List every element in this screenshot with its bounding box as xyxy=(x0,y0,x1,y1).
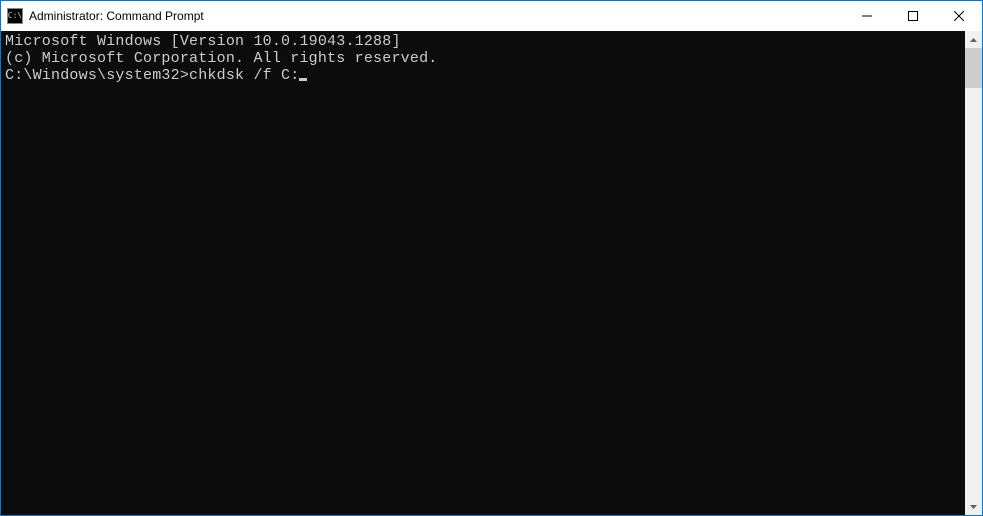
terminal-command-input[interactable]: chkdsk /f C: xyxy=(189,67,299,84)
terminal-area[interactable]: Microsoft Windows [Version 10.0.19043.12… xyxy=(1,31,965,515)
command-prompt-window: C:\ Administrator: Command Prompt Micros… xyxy=(1,1,982,515)
terminal-prompt: C:\Windows\system32> xyxy=(5,67,189,84)
terminal-output-line: (c) Microsoft Corporation. All rights re… xyxy=(5,50,965,67)
vertical-scrollbar[interactable] xyxy=(965,31,982,515)
maximize-icon xyxy=(908,11,918,21)
app-icon-text: C:\ xyxy=(8,12,22,20)
terminal-output-line: Microsoft Windows [Version 10.0.19043.12… xyxy=(5,33,965,50)
terminal-cursor xyxy=(299,78,307,81)
close-icon xyxy=(954,11,964,21)
scroll-down-button[interactable] xyxy=(965,498,982,515)
app-icon: C:\ xyxy=(7,8,23,24)
scrollbar-thumb[interactable] xyxy=(965,48,982,88)
minimize-button[interactable] xyxy=(844,1,890,31)
minimize-icon xyxy=(862,11,872,21)
scrollbar-track[interactable] xyxy=(965,48,982,498)
terminal-command-line: C:\Windows\system32>chkdsk /f C: xyxy=(5,67,965,84)
chevron-up-icon xyxy=(970,38,977,42)
client-area: Microsoft Windows [Version 10.0.19043.12… xyxy=(1,31,982,515)
maximize-button[interactable] xyxy=(890,1,936,31)
window-controls xyxy=(844,1,982,31)
chevron-down-icon xyxy=(970,505,977,509)
window-title: Administrator: Command Prompt xyxy=(29,9,204,23)
titlebar[interactable]: C:\ Administrator: Command Prompt xyxy=(1,1,982,31)
close-button[interactable] xyxy=(936,1,982,31)
scroll-up-button[interactable] xyxy=(965,31,982,48)
